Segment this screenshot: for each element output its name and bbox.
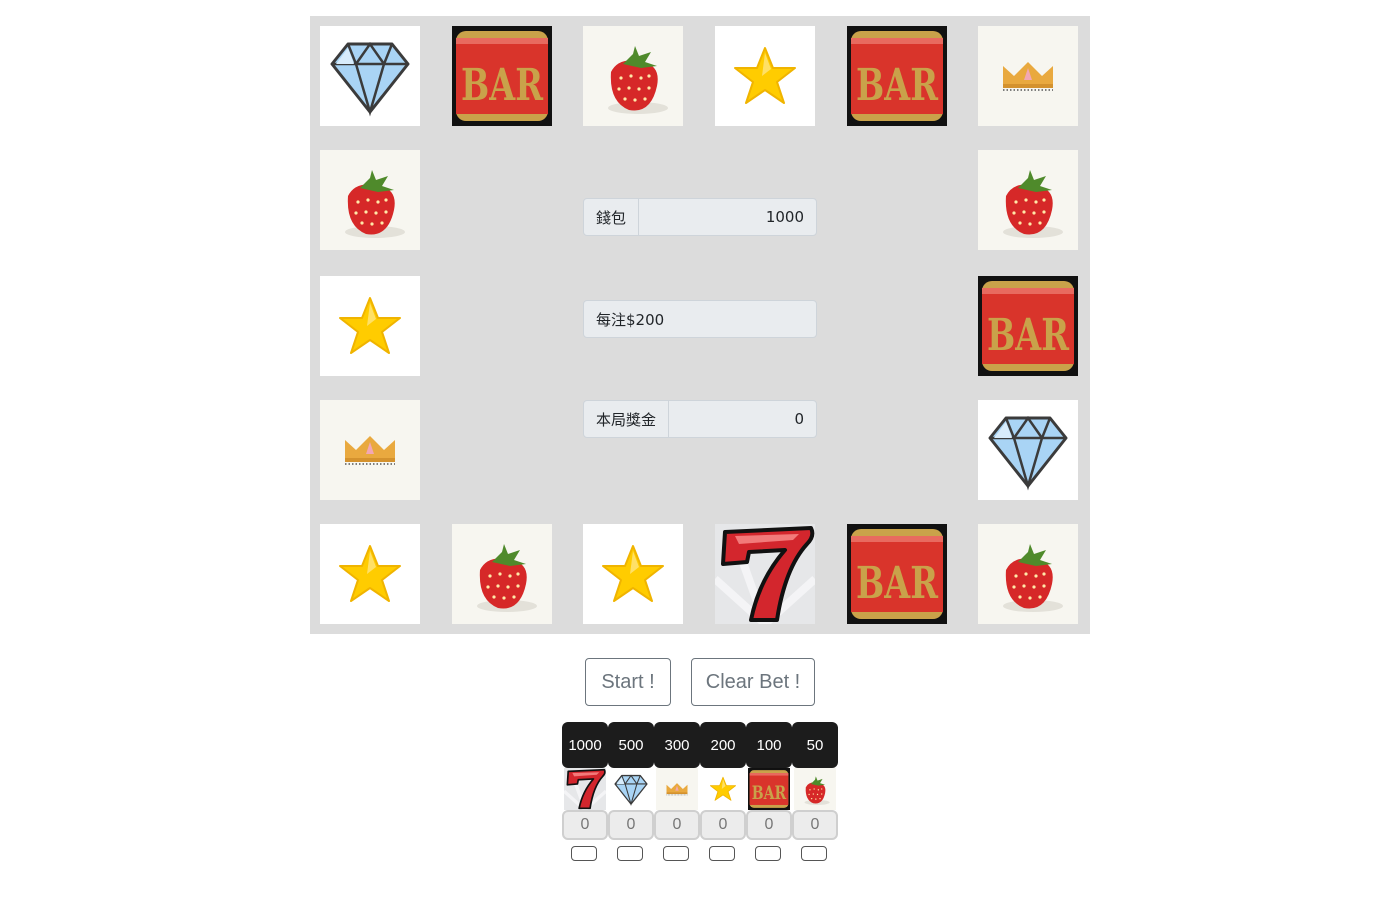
board-cell-star-icon [320, 276, 420, 376]
svg-text:BAR: BAR [856, 60, 938, 111]
board-cell-diamond-icon [978, 400, 1078, 500]
seven-icon [564, 768, 606, 810]
board-cell-strawberry-icon [583, 26, 683, 126]
strawberry-icon [794, 768, 836, 810]
slot-board: 錢包 1000 每注$200 本局獎金 0 BAR BAR BAR BAR [310, 16, 1090, 634]
svg-text:BAR: BAR [461, 60, 543, 111]
bet-amount-text: 每注$200 [596, 310, 665, 329]
odds-crown: 300 [654, 722, 700, 768]
odds-diamond: 500 [608, 722, 654, 768]
odds-star: 200 [700, 722, 746, 768]
bet-count-strawberry: 0 [792, 810, 838, 840]
board-cell-strawberry-icon [978, 150, 1078, 250]
star-icon [702, 768, 744, 810]
board-cell-crown-icon [320, 400, 420, 500]
board-cell-bar-icon: BAR [847, 524, 947, 624]
bet-count-bar: 0 [746, 810, 792, 840]
prize-label: 本局獎金 [584, 401, 670, 437]
wallet-group: 錢包 1000 [583, 198, 817, 236]
bet-count-seven: 0 [562, 810, 608, 840]
clear-bet-button[interactable]: Clear Bet ! [691, 658, 815, 706]
board-cell-strawberry-icon [320, 150, 420, 250]
bet-button-crown[interactable] [663, 846, 689, 861]
bet-button-diamond[interactable] [617, 846, 643, 861]
board-cell-crown-icon [978, 26, 1078, 126]
board-cell-diamond-icon [320, 26, 420, 126]
bet-count-crown: 0 [654, 810, 700, 840]
board-cell-bar-icon: BAR [978, 276, 1078, 376]
board-cell-bar-icon: BAR [847, 26, 947, 126]
bar-icon: BAR [748, 768, 790, 810]
diamond-icon [610, 768, 652, 810]
board-cell-star-icon [320, 524, 420, 624]
svg-text:BAR: BAR [856, 558, 938, 609]
svg-text:BAR: BAR [752, 783, 787, 804]
bet-amount-group: 每注$200 [583, 300, 817, 338]
bet-button-bar[interactable] [755, 846, 781, 861]
bet-count-diamond: 0 [608, 810, 654, 840]
prize-group: 本局獎金 0 [583, 400, 817, 438]
bet-count-star: 0 [700, 810, 746, 840]
crown-icon [656, 768, 698, 810]
bet-button-seven[interactable] [571, 846, 597, 861]
svg-text:BAR: BAR [987, 310, 1069, 361]
odds-seven: 1000 [562, 722, 608, 768]
odds-strawberry: 50 [792, 722, 838, 768]
board-cell-star-icon [715, 26, 815, 126]
odds-bar: 100 [746, 722, 792, 768]
board-cell-strawberry-icon [452, 524, 552, 624]
bet-button-strawberry[interactable] [801, 846, 827, 861]
bet-button-star[interactable] [709, 846, 735, 861]
board-cell-bar-icon: BAR [452, 26, 552, 126]
prize-value: 0 [794, 410, 804, 428]
wallet-label: 錢包 [584, 199, 640, 235]
board-cell-strawberry-icon [978, 524, 1078, 624]
board-cell-star-icon [583, 524, 683, 624]
wallet-value: 1000 [765, 208, 804, 226]
start-button[interactable]: Start ! [585, 658, 671, 706]
board-cell-seven-icon [715, 524, 815, 624]
